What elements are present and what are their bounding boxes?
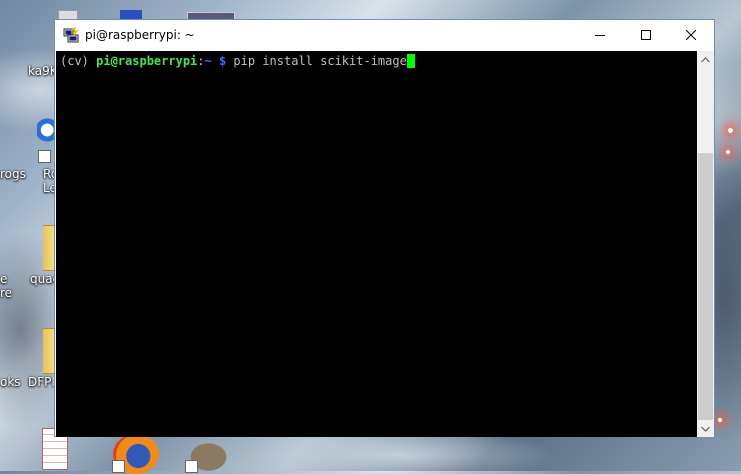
scroll-down-button[interactable]: [697, 420, 714, 437]
prompt-path: ~ $: [204, 54, 227, 68]
terminal-area[interactable]: (cv) pi@raspberrypi:~ $ pip install scik…: [56, 51, 697, 437]
desktop-label-oks[interactable]: oks: [0, 375, 21, 389]
scroll-thumb[interactable]: [698, 153, 713, 420]
prompt-user-host: pi@raspberrypi: [96, 54, 198, 68]
prompt-line: (cv) pi@raspberrypi:~ $ pip install scik…: [60, 54, 415, 68]
desktop-label-e[interactable]: e: [0, 272, 7, 286]
window-title: pi@raspberrypi: ~: [85, 28, 195, 42]
title-bar[interactable]: pi@raspberrypi: ~: [55, 20, 714, 50]
wallpaper-light: [728, 128, 733, 133]
minimize-button[interactable]: [577, 20, 623, 50]
chevron-down-icon: [701, 426, 710, 432]
venv-indicator: (cv): [60, 54, 97, 68]
terminal-window[interactable]: pi@raspberrypi: ~ (cv) pi@raspberrypi:~ …: [54, 19, 715, 437]
maximize-icon: [641, 30, 651, 40]
text-cursor: [406, 54, 415, 68]
prompt-colon: :: [197, 54, 205, 68]
desktop-label-re[interactable]: re: [0, 286, 12, 300]
shortcut-arrow-icon: [112, 460, 125, 473]
shortcut-arrow-icon: [185, 460, 198, 473]
maximize-button[interactable]: [623, 20, 669, 50]
wallpaper-light: [726, 150, 730, 154]
close-button[interactable]: [668, 20, 714, 50]
desktop-label-rogs[interactable]: rogs: [0, 167, 26, 181]
vertical-scrollbar[interactable]: [697, 51, 714, 437]
scroll-up-button[interactable]: [697, 51, 714, 68]
chevron-up-icon: [701, 56, 710, 62]
minimize-icon: [595, 35, 605, 36]
putty-icon[interactable]: [63, 26, 79, 43]
close-icon: [686, 30, 696, 40]
wallpaper-light: [718, 418, 722, 422]
shortcut-arrow-icon: [38, 150, 51, 163]
robot-app-icon[interactable]: [37, 118, 54, 148]
command-text: pip install scikit-image: [226, 54, 407, 68]
